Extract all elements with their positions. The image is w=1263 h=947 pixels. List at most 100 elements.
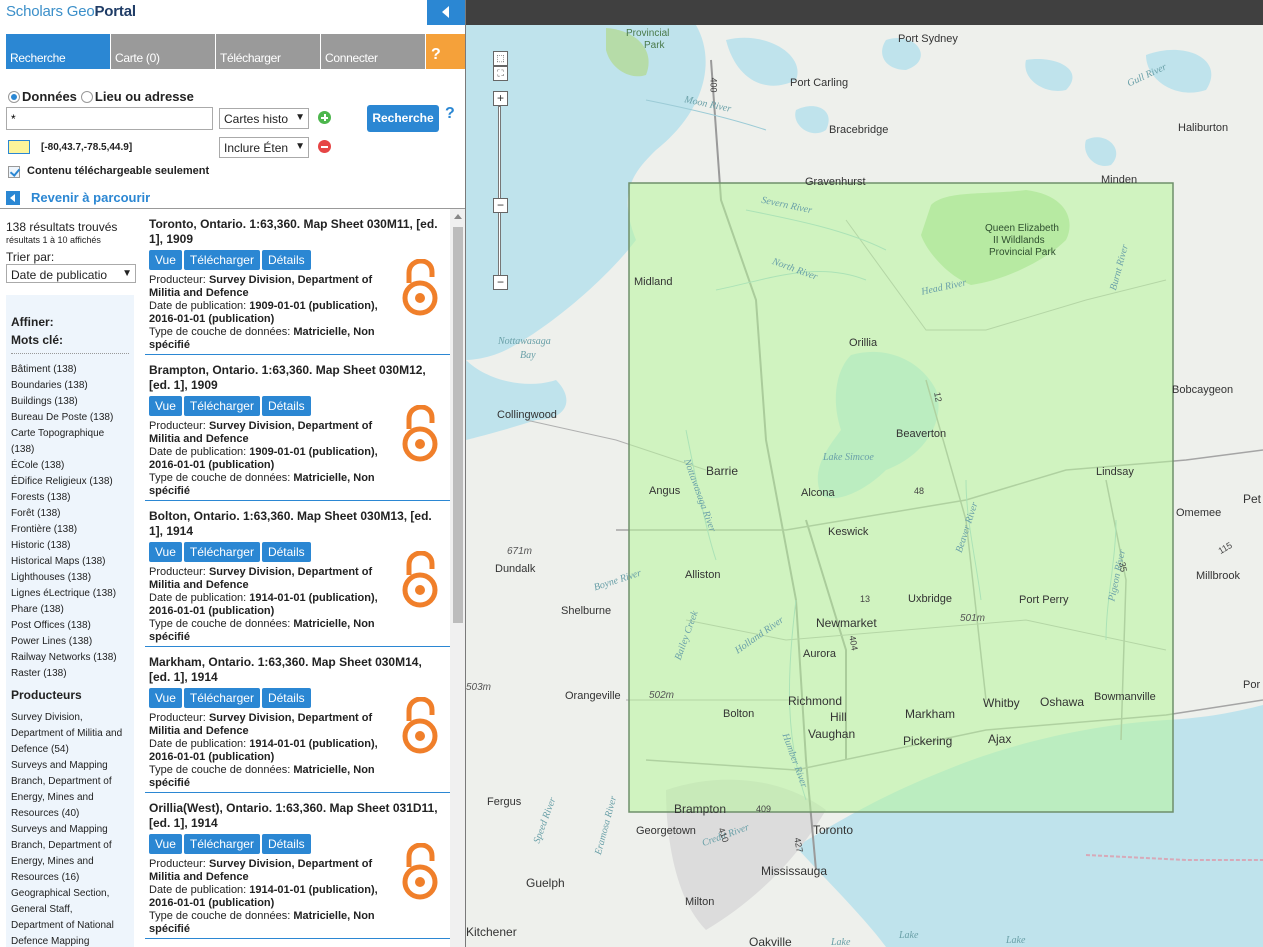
keyword-facet[interactable]: Power Lines (138)	[11, 634, 129, 650]
zoom-in-button[interactable]: +	[493, 91, 508, 106]
tab-connecter[interactable]: Connecter	[321, 34, 425, 69]
tab-carte[interactable]: Carte (0)	[111, 34, 215, 69]
keyword-facet[interactable]: Raster (138)	[11, 666, 129, 682]
add-filter-icon[interactable]	[318, 111, 331, 124]
zoom-slider[interactable]	[498, 106, 501, 278]
keyword-facet[interactable]: Carte Topographique	[11, 426, 129, 442]
keyword-facet[interactable]: Frontière (138)	[11, 522, 129, 538]
map-label: Gravenhurst	[805, 176, 866, 188]
producer-facet[interactable]: Surveys and Mapping	[11, 758, 129, 774]
scholars-geoportal-logo[interactable]: Scholars GeoPortal	[6, 3, 136, 20]
keyword-facet[interactable]: Boundaries (138)	[11, 378, 129, 394]
keyword-facet[interactable]: Lignes éLectrique (138)	[11, 586, 129, 602]
view-button[interactable]: Vue	[149, 542, 182, 562]
producer-facet[interactable]: Energy, Mines and	[11, 790, 129, 806]
result-title[interactable]: Orillia(West), Ontario. 1:63,360. Map Sh…	[149, 801, 441, 831]
view-button[interactable]: Vue	[149, 834, 182, 854]
producer-facet[interactable]: Department of National	[11, 918, 129, 934]
result-title[interactable]: Markham, Ontario. 1:63,360. Map Sheet 03…	[149, 655, 441, 685]
map-road-label: 48	[914, 486, 925, 496]
zoom-slider-handle[interactable]: −	[493, 198, 508, 213]
keyword-facet[interactable]: Lighthouses (138)	[11, 570, 129, 586]
search-button[interactable]: Recherche	[367, 105, 439, 132]
keyword-facet[interactable]: Phare (138)	[11, 602, 129, 618]
map-water-label: Lake Simcoe	[823, 452, 874, 463]
keyword-facet[interactable]: Railway Networks (138)	[11, 650, 129, 666]
extent-select-value: Inclure Éten	[224, 141, 289, 155]
keyword-facet[interactable]: Bureau De Poste (138)	[11, 410, 129, 426]
keyword-facet[interactable]: Buildings (138)	[11, 394, 129, 410]
map-label: Port Perry	[1019, 594, 1069, 606]
zoom-out-button[interactable]: −	[493, 275, 508, 290]
tab-recherche[interactable]: Recherche	[6, 34, 110, 69]
download-button[interactable]: Télécharger	[183, 688, 260, 708]
search-input[interactable]	[6, 107, 213, 130]
result-title[interactable]: Toronto, Ontario. 1:63,360. Map Sheet 03…	[149, 217, 441, 247]
back-to-browse-label: Revenir à parcourir	[31, 190, 151, 205]
producer-facet[interactable]: General Staff,	[11, 902, 129, 918]
map-label: Bracebridge	[829, 124, 889, 136]
details-button[interactable]: Détails	[261, 396, 311, 416]
keyword-facet[interactable]: (138)	[11, 442, 129, 458]
producer-facet[interactable]: Resources (40)	[11, 806, 129, 822]
keyword-facet[interactable]: Bâtiment (138)	[11, 362, 129, 378]
results-list: Toronto, Ontario. 1:63,360. Map Sheet 03…	[142, 209, 450, 947]
details-button[interactable]: Détails	[261, 688, 311, 708]
details-button[interactable]: Détails	[261, 250, 311, 270]
map-elevation-label: 671m	[507, 546, 533, 557]
producer-facet[interactable]: Defence Mapping	[11, 934, 129, 947]
zoom-box-icon[interactable]: ⛶	[493, 66, 508, 81]
keyword-facet[interactable]: Post Offices (138)	[11, 618, 129, 634]
producer-facet[interactable]: Branch, Department of	[11, 774, 129, 790]
map-label: Dundalk	[495, 563, 536, 575]
remove-filter-icon[interactable]	[318, 140, 331, 153]
radio-place[interactable]	[80, 90, 93, 103]
map-label: Minden	[1101, 174, 1138, 186]
view-button[interactable]: Vue	[149, 396, 182, 416]
keyword-facet[interactable]: Forests (138)	[11, 490, 129, 506]
details-button[interactable]: Détails	[261, 542, 311, 562]
keyword-facet[interactable]: Forêt (138)	[11, 506, 129, 522]
producer-facet[interactable]: Department of Militia and	[11, 726, 129, 742]
help-question-icon[interactable]: ?	[445, 105, 455, 123]
keyword-facet[interactable]: Historical Maps (138)	[11, 554, 129, 570]
result-meta: Producteur: Survey Division, Department …	[149, 274, 389, 352]
download-button[interactable]: Télécharger	[183, 834, 260, 854]
result-title[interactable]: Brampton, Ontario. 1:63,360. Map Sheet 0…	[149, 363, 441, 393]
sort-select[interactable]: Date de publicatio ▼	[6, 264, 136, 283]
view-button[interactable]: Vue	[149, 250, 182, 270]
producer-facet[interactable]: Defence (54)	[11, 742, 129, 758]
producer-facet[interactable]: Energy, Mines and	[11, 854, 129, 870]
download-button[interactable]: Télécharger	[183, 542, 260, 562]
extent-select[interactable]: Inclure Éten ▼	[219, 137, 309, 158]
producer-facet[interactable]: Branch, Department of	[11, 838, 129, 854]
tab-telecharger[interactable]: Télécharger	[216, 34, 320, 69]
producer-facet[interactable]: Surveys and Mapping	[11, 822, 129, 838]
map-label: Por	[1243, 679, 1261, 691]
help-button[interactable]: ?	[426, 34, 465, 69]
producer-facet[interactable]: Resources (16)	[11, 870, 129, 886]
scroll-up-icon[interactable]	[454, 214, 462, 219]
results-scrollbar[interactable]	[450, 209, 465, 947]
radio-data[interactable]	[8, 90, 20, 103]
type-select[interactable]: Cartes histo ▼	[219, 108, 309, 129]
downloadable-checkbox[interactable]	[8, 166, 20, 178]
keyword-facet[interactable]: Historic (138)	[11, 538, 129, 554]
download-button[interactable]: Télécharger	[183, 250, 260, 270]
result-title[interactable]: Bolton, Ontario. 1:63,360. Map Sheet 030…	[149, 509, 441, 539]
producer-facet[interactable]: Geographical Section,	[11, 886, 129, 902]
scrollbar-thumb[interactable]	[453, 227, 463, 623]
full-extent-icon[interactable]: ⬚	[493, 51, 508, 66]
keyword-facet[interactable]: ÉCole (138)	[11, 458, 129, 474]
collapse-panel-button[interactable]	[427, 0, 465, 25]
map-label: Vaughan	[808, 727, 856, 741]
map-view[interactable]: ⬚ ⛶ + − − Port Sydney Port Carling Brace…	[466, 0, 1263, 947]
back-to-browse-link[interactable]: Revenir à parcourir	[6, 190, 150, 205]
result-meta: Producteur: Survey Division, Department …	[149, 858, 389, 936]
details-button[interactable]: Détails	[261, 834, 311, 854]
bbox-swatch-icon[interactable]	[8, 140, 30, 154]
producer-facet[interactable]: Survey Division,	[11, 710, 129, 726]
keyword-facet[interactable]: ÉDifice Religieux (138)	[11, 474, 129, 490]
download-button[interactable]: Télécharger	[183, 396, 260, 416]
view-button[interactable]: Vue	[149, 688, 182, 708]
